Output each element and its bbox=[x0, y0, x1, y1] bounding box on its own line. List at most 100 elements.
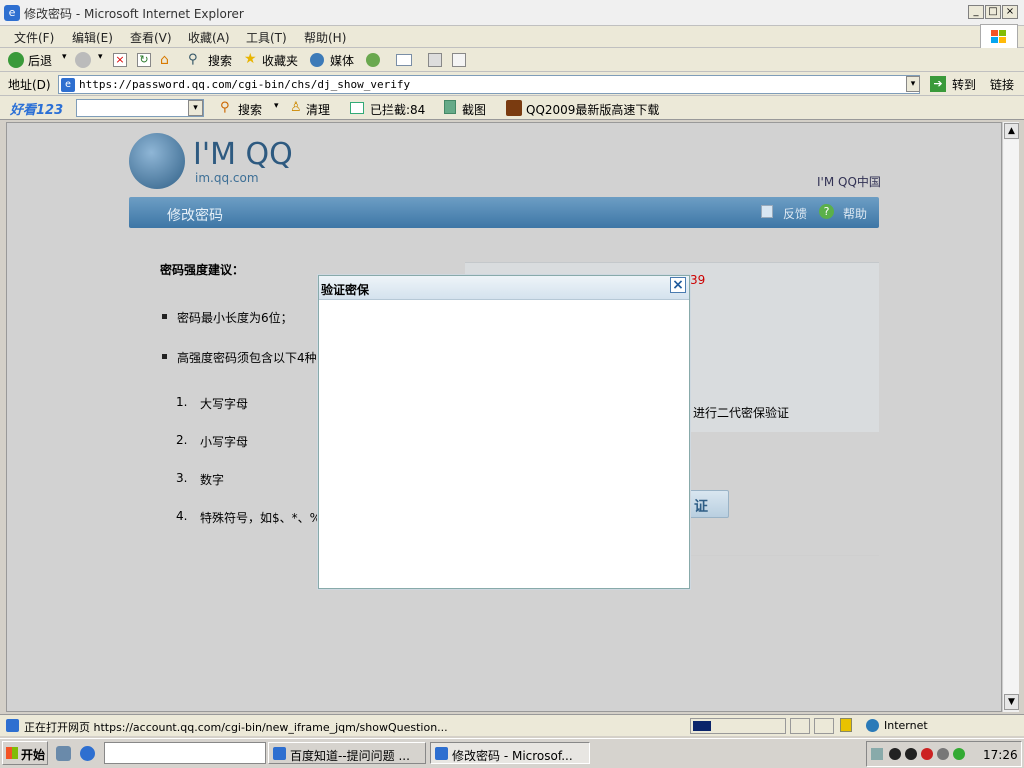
loading-page-icon bbox=[6, 719, 19, 732]
task-baidu[interactable]: 百度知道--提问问题 ... bbox=[268, 742, 426, 764]
menu-file[interactable]: 文件(F) bbox=[14, 29, 54, 46]
popup-blocker-icon[interactable] bbox=[350, 102, 364, 114]
task-change-password-label: 修改密码 - Microsof... bbox=[452, 749, 573, 763]
taskbar-address-input[interactable] bbox=[104, 742, 266, 764]
haokan-toolbar: 好看123 ▾ ⚲ 搜索 ▾ ♙ 清理 已拦截:84 截图 QQ2009最新版高… bbox=[0, 96, 1024, 120]
go-button[interactable]: 转到 bbox=[952, 76, 976, 93]
edit-icon[interactable] bbox=[452, 53, 466, 67]
page-banner: 修改密码 反馈 ? 帮助 bbox=[129, 197, 879, 228]
haokan-search-icon[interactable]: ⚲ bbox=[220, 100, 230, 115]
back-dropdown-icon[interactable]: ▾ bbox=[62, 52, 67, 62]
forward-arrow-icon[interactable] bbox=[75, 52, 91, 68]
forward-dropdown-icon[interactable]: ▾ bbox=[98, 52, 103, 62]
links-button[interactable]: 链接 bbox=[990, 76, 1014, 93]
menu-bar: 文件(F) 编辑(E) 查看(V) 收藏(A) 工具(T) 帮助(H) bbox=[0, 26, 1024, 48]
stop-icon[interactable]: × bbox=[113, 53, 127, 67]
help-link[interactable]: 帮助 bbox=[843, 205, 867, 222]
menu-favorites[interactable]: 收藏(A) bbox=[188, 29, 230, 46]
task-baidu-label: 百度知道--提问问题 ... bbox=[290, 749, 410, 763]
menu-tools[interactable]: 工具(T) bbox=[246, 29, 287, 46]
haokan-search-button[interactable]: 搜索 bbox=[238, 101, 262, 118]
logo-subtitle: im.qq.com bbox=[195, 171, 259, 185]
dialog-iframe-body bbox=[319, 300, 689, 588]
favorites-star-icon[interactable]: ★ bbox=[244, 51, 257, 67]
title-bar: e 修改密码 - Microsoft Internet Explorer _ □… bbox=[0, 0, 1024, 26]
haokan-search-dropdown-icon[interactable]: ▾ bbox=[274, 101, 279, 111]
dialog-close-icon[interactable]: × bbox=[670, 277, 686, 293]
history-icon[interactable] bbox=[366, 53, 380, 67]
list-number: 4. bbox=[176, 509, 188, 523]
tray-qq-icon[interactable] bbox=[889, 748, 901, 760]
tray-update-icon[interactable] bbox=[953, 748, 965, 760]
screenshot-button[interactable]: 截图 bbox=[462, 101, 486, 118]
help-icon[interactable]: ? bbox=[819, 204, 834, 219]
qq-penguin-logo-icon bbox=[129, 133, 185, 189]
print-icon[interactable] bbox=[428, 53, 442, 67]
address-bar: 地址(D) e https://password.qq.com/cgi-bin/… bbox=[0, 72, 1024, 96]
search-button[interactable]: 搜索 bbox=[208, 52, 232, 69]
search-icon[interactable]: ⚲ bbox=[188, 52, 198, 67]
logo-text: I'M QQ bbox=[193, 137, 293, 172]
haokan-dropdown-icon[interactable]: ▾ bbox=[188, 100, 203, 116]
security-zone: Internet bbox=[884, 719, 928, 732]
popup-blocked-count[interactable]: 已拦截:84 bbox=[370, 101, 425, 118]
system-tray: 17:26 bbox=[866, 741, 1022, 767]
task-change-password[interactable]: 修改密码 - Microsof... bbox=[430, 742, 590, 764]
menu-edit[interactable]: 编辑(E) bbox=[72, 29, 113, 46]
minimize-button[interactable]: _ bbox=[968, 5, 984, 19]
vertical-scrollbar[interactable]: ▲ ▼ bbox=[1002, 122, 1019, 712]
feedback-icon[interactable] bbox=[761, 205, 773, 218]
requirement-uppercase: 大写字母 bbox=[200, 397, 249, 411]
refresh-icon[interactable]: ↻ bbox=[137, 53, 151, 67]
broom-icon[interactable]: ♙ bbox=[290, 100, 302, 115]
ie-icon: e bbox=[4, 5, 20, 21]
media-button[interactable]: 媒体 bbox=[330, 52, 354, 69]
internet-globe-icon bbox=[866, 719, 879, 732]
haokan-search-input[interactable] bbox=[76, 99, 204, 117]
close-button[interactable]: × bbox=[1002, 5, 1018, 19]
back-button[interactable]: 后退 bbox=[28, 52, 52, 69]
start-button[interactable]: 开始 bbox=[2, 741, 48, 765]
quicklaunch-ie-icon[interactable] bbox=[80, 746, 95, 761]
address-input[interactable]: e https://password.qq.com/cgi-bin/chs/dj… bbox=[58, 75, 920, 94]
page-icon: e bbox=[61, 78, 75, 92]
scroll-up-icon[interactable]: ▲ bbox=[1004, 123, 1019, 139]
bullet-icon bbox=[162, 314, 167, 319]
scroll-track[interactable] bbox=[1004, 140, 1019, 696]
region-link[interactable]: I'M QQ中国 bbox=[817, 173, 881, 190]
qq-download-icon[interactable] bbox=[506, 100, 522, 116]
banner-title: 修改密码 bbox=[167, 208, 223, 224]
dialog-title: 验证密保 bbox=[321, 283, 370, 297]
status-panel bbox=[790, 718, 810, 734]
back-arrow-icon[interactable] bbox=[8, 52, 24, 68]
tray-qq-icon[interactable] bbox=[905, 748, 917, 760]
home-icon[interactable]: ⌂ bbox=[160, 52, 176, 68]
tray-network-icon[interactable] bbox=[871, 748, 883, 760]
address-dropdown-icon[interactable]: ▾ bbox=[906, 76, 920, 92]
mail-icon[interactable] bbox=[396, 54, 412, 66]
favorites-button[interactable]: 收藏夹 bbox=[262, 52, 298, 69]
verify-security-dialog: 验证密保 × bbox=[318, 275, 690, 589]
maximize-button[interactable]: □ bbox=[985, 5, 1001, 19]
requirement-digits: 数字 bbox=[200, 473, 225, 487]
screenshot-icon[interactable] bbox=[444, 100, 456, 114]
address-label: 地址(D) bbox=[8, 78, 51, 92]
menu-help[interactable]: 帮助(H) bbox=[304, 29, 346, 46]
window-title: 修改密码 - Microsoft Internet Explorer bbox=[24, 7, 244, 21]
task-ie-icon bbox=[273, 747, 286, 760]
media-icon[interactable] bbox=[310, 53, 324, 67]
qq-download-link[interactable]: QQ2009最新版高速下载 bbox=[526, 101, 659, 118]
windows-logo-icon bbox=[980, 24, 1018, 50]
lock-icon bbox=[840, 718, 852, 732]
requirement-lowercase: 小写字母 bbox=[200, 435, 249, 449]
clock: 17:26 bbox=[983, 748, 1018, 762]
quicklaunch-desktop-icon[interactable] bbox=[56, 746, 71, 761]
tray-alert-icon[interactable] bbox=[921, 748, 933, 760]
tray-settings-icon[interactable] bbox=[937, 748, 949, 760]
go-arrow-icon[interactable]: ➔ bbox=[930, 76, 946, 92]
dialog-header: 验证密保 × bbox=[319, 276, 689, 300]
clean-button[interactable]: 清理 bbox=[306, 101, 330, 118]
menu-view[interactable]: 查看(V) bbox=[130, 29, 172, 46]
feedback-link[interactable]: 反馈 bbox=[783, 205, 807, 222]
scroll-down-icon[interactable]: ▼ bbox=[1004, 694, 1019, 710]
